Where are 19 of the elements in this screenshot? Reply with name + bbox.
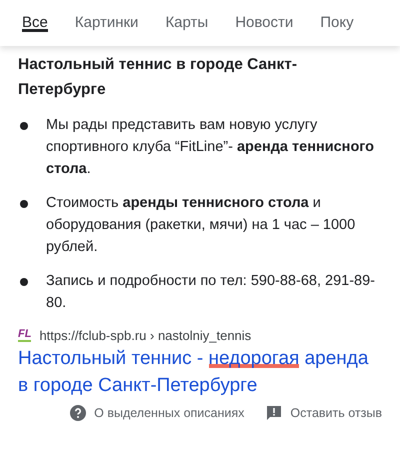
- search-tab[interactable]: Картинки: [74, 0, 138, 32]
- search-tab[interactable]: Поку: [320, 0, 354, 32]
- bullet-text: Стоимость аренды теннисного стола и оборудования (ракетки, мячи) на 1 час – 1000 рублей.: [46, 194, 356, 257]
- site-logo: FL: [18, 329, 32, 342]
- footer-link[interactable]: О выделенных описаниях: [94, 406, 244, 420]
- bullet-icon: [20, 122, 28, 130]
- result-url[interactable]: https://fclub-spb.ru › nastolniy_tennis: [39, 328, 252, 343]
- help-icon: [70, 405, 86, 421]
- bullet-icon: [20, 200, 28, 208]
- snippet-heading: Настольный теннис в городе Санкт-Петербурге: [17, 55, 298, 100]
- bullet-text: Запись и подробности по тел: 590-88-68, 291-89-80.: [46, 272, 376, 313]
- search-tab[interactable]: Новости: [235, 0, 294, 32]
- bullet-icon: [20, 278, 28, 286]
- search-tab[interactable]: Карты: [165, 0, 208, 32]
- footer-link[interactable]: Оставить отзыв: [290, 406, 382, 420]
- feedback-icon: [266, 405, 282, 421]
- bullet-text: Мы рады представить вам новую услугу спортивного клуба “FitLine”- аренда теннисного стола.: [46, 116, 376, 179]
- result-title-link[interactable]: Настольный теннис - недорогая аренда в городе Санкт-Петербурге: [0, 343, 400, 399]
- search-tab[interactable]: Все: [22, 0, 48, 32]
